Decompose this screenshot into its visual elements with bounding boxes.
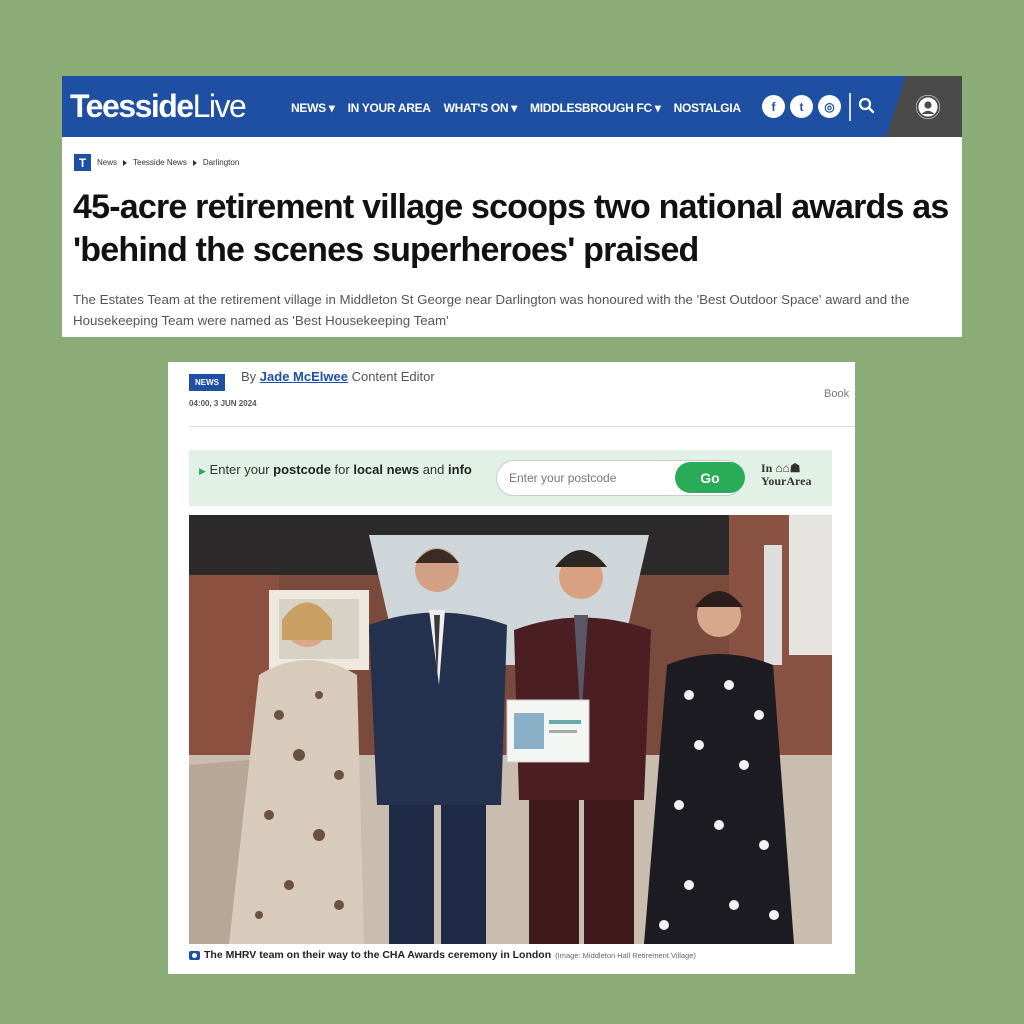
author-role: Content Editor [351, 369, 435, 384]
arrow-right-icon: ▶ [199, 466, 206, 476]
breadcrumb-darlington[interactable]: Darlington [203, 158, 239, 167]
postcode-prompt: ▶ Enter your postcode for local news and… [199, 462, 472, 477]
site-badge-icon: T [74, 154, 91, 171]
byline: By Jade McElwee Content Editor [241, 369, 435, 384]
site-logo[interactable]: TeessideLive [70, 88, 247, 125]
article-standfirst: The Estates Team at the retirement villa… [73, 292, 910, 328]
book-link[interactable]: Book [824, 388, 849, 400]
go-button[interactable]: Go [675, 462, 745, 493]
divider [189, 426, 855, 427]
inyourarea-logo[interactable]: In ⌂⌂☗ YourArea [761, 462, 811, 488]
nav-news[interactable]: NEWS ▾ [291, 101, 335, 115]
user-icon [916, 95, 940, 119]
news-badge: NEWS [189, 374, 225, 391]
publish-date: 04:00, 3 JUN 2024 [189, 399, 257, 408]
breadcrumb-news[interactable]: News [97, 158, 117, 167]
site-navbar: TeessideLive NEWS ▾ IN YOUR AREA WHAT'S … [62, 76, 962, 137]
article-header-card: TeessideLive NEWS ▾ IN YOUR AREA WHAT'S … [62, 76, 962, 337]
breadcrumb-teesside-news[interactable]: Teesside News [133, 158, 187, 167]
article-body-card: NEWS By Jade McElwee Content Editor 04:0… [168, 362, 855, 974]
article-headline: 45-acre retirement village scoops two na… [73, 188, 949, 269]
nav-nostalgia[interactable]: NOSTALGIA [674, 101, 741, 115]
social-links: f t ◎ [762, 95, 841, 118]
article-photo[interactable] [189, 515, 832, 944]
camera-icon [189, 950, 200, 960]
account-button[interactable] [886, 76, 962, 137]
nav-divider [849, 93, 851, 121]
facebook-icon[interactable]: f [762, 95, 785, 118]
nav-middlesbrough-fc[interactable]: MIDDLESBROUGH FC ▾ [530, 101, 661, 115]
photo-caption: The MHRV team on their way to the CHA Aw… [189, 949, 696, 961]
photo-illustration [189, 515, 832, 944]
instagram-icon[interactable]: ◎ [818, 95, 841, 118]
photo-credit: (Image: Middleton Hall Retirement Villag… [555, 950, 696, 960]
search-icon[interactable] [856, 95, 878, 117]
nav-whats-on[interactable]: WHAT'S ON ▾ [444, 101, 518, 115]
author-link[interactable]: Jade McElwee [260, 369, 348, 384]
main-menu: NEWS ▾ IN YOUR AREA WHAT'S ON ▾ MIDDLESB… [291, 101, 741, 115]
postcode-widget: ▶ Enter your postcode for local news and… [189, 450, 832, 506]
chevron-right-icon [192, 159, 197, 166]
breadcrumb: T News Teesside News Darlington [74, 154, 239, 171]
twitter-icon[interactable]: t [790, 95, 813, 118]
nav-in-your-area[interactable]: IN YOUR AREA [348, 101, 431, 115]
chevron-right-icon [123, 159, 128, 166]
